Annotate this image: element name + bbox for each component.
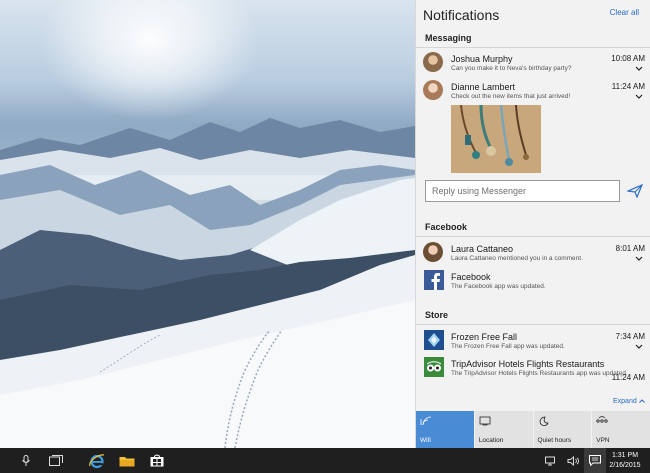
notification-text: Laura Cattaneo mentioned you in a commen… [451, 255, 583, 262]
chevron-down-icon[interactable] [635, 344, 643, 350]
group-header-messaging[interactable]: Messaging [425, 33, 472, 43]
divider [416, 47, 650, 48]
notification-text: The Frozen Free Fall app was updated. [451, 343, 565, 350]
microphone-icon [22, 454, 30, 466]
clock-date: 2/16/2015 [609, 462, 641, 469]
moon-icon [539, 416, 549, 426]
chevron-up-icon[interactable] [635, 94, 643, 100]
quick-action-label: Wifi [420, 437, 431, 444]
quick-action-location[interactable]: Location [474, 411, 534, 448]
chevron-up-icon [638, 399, 645, 403]
quick-action-quiet-hours[interactable]: Quiet hours [533, 411, 593, 448]
notification-sender: Facebook [451, 272, 491, 282]
quick-action-label: Quiet hours [537, 437, 572, 444]
quick-action-label: Location [478, 437, 504, 444]
notification-item[interactable]: Joshua Murphy Can you make it to Neva's … [423, 52, 645, 78]
notification-sender: Dianne Lambert [451, 82, 516, 92]
avatar [423, 52, 443, 72]
expand-label: Expand [613, 398, 637, 405]
quick-action-wifi[interactable]: Wifi [416, 411, 475, 448]
panel-title: Notifications [423, 7, 500, 23]
notification-time: 10:08 AM [611, 54, 645, 63]
cortana-button[interactable] [12, 448, 40, 473]
group-header-store[interactable]: Store [425, 310, 448, 320]
notification-icon [589, 455, 601, 466]
volume-tray-button[interactable] [562, 448, 584, 473]
mountain-scene [0, 118, 415, 448]
notification-time: 11:24 AM [611, 82, 645, 91]
reply-input[interactable] [426, 181, 619, 201]
reply-box [425, 180, 620, 202]
attached-image[interactable] [451, 105, 541, 173]
clear-all-link[interactable]: Clear all [610, 8, 639, 17]
store-bag-icon [150, 454, 164, 467]
avatar [423, 80, 443, 100]
notification-text: Check out the new items that just arrive… [451, 93, 571, 100]
notification-item[interactable]: Laura Cattaneo Laura Cattaneo mentioned … [423, 242, 645, 268]
notification-text: Can you make it to Neva's birthday party… [451, 65, 572, 72]
notification-time: 7:34 AM [615, 332, 645, 341]
wifi-icon [420, 416, 432, 426]
taskbar: 1:31 PM 2/16/2015 [0, 448, 650, 473]
speaker-icon [567, 455, 579, 466]
notification-item[interactable]: Dianne Lambert Check out the new items t… [423, 80, 645, 106]
task-view-icon [49, 455, 63, 466]
send-icon[interactable] [627, 184, 643, 198]
quick-action-vpn[interactable]: VPN [592, 411, 650, 448]
network-tray-button[interactable] [540, 448, 562, 473]
tripadvisor-icon [424, 357, 444, 377]
store-button[interactable] [143, 448, 171, 473]
notification-item[interactable]: TripAdvisor Hotels Flights Restaurants T… [423, 357, 645, 383]
chevron-down-icon[interactable] [635, 256, 643, 262]
chevron-down-icon[interactable] [635, 66, 643, 72]
network-icon [545, 456, 555, 465]
group-header-facebook[interactable]: Facebook [425, 222, 467, 232]
location-icon [479, 416, 491, 426]
notification-time: 11:24 AM [611, 373, 645, 382]
facebook-icon [424, 270, 444, 290]
expand-link[interactable]: Expand [613, 398, 645, 405]
action-center-button[interactable] [584, 448, 606, 473]
avatar [423, 242, 443, 262]
clock-time: 1:31 PM [611, 452, 639, 459]
desktop-wallpaper [0, 0, 415, 448]
notification-time: 8:01 AM [615, 244, 645, 253]
quick-actions: Wifi Location Quiet hours VPN [416, 411, 650, 448]
internet-explorer-icon [89, 453, 105, 468]
notification-text: The Facebook app was updated. [451, 283, 546, 290]
divider [416, 236, 650, 237]
notification-sender: Joshua Murphy [451, 54, 513, 64]
notification-text: The TripAdvisor Hotels Flights Restauran… [451, 370, 628, 377]
vpn-icon [596, 416, 608, 423]
notification-item[interactable]: Facebook The Facebook app was updated. [423, 270, 645, 296]
notification-item[interactable]: Frozen Free Fall The Frozen Free Fall ap… [423, 330, 645, 356]
notification-sender: TripAdvisor Hotels Flights Restaurants [451, 359, 605, 369]
necklace-image-icon [451, 105, 541, 173]
quick-action-label: VPN [596, 437, 610, 444]
notification-sender: Frozen Free Fall [451, 332, 518, 342]
folder-icon [119, 456, 135, 466]
action-center-panel: Notifications Clear all Messaging Joshua… [415, 0, 650, 448]
file-explorer-button[interactable] [113, 448, 141, 473]
notification-sender: Laura Cattaneo [451, 244, 514, 254]
internet-explorer-button[interactable] [83, 448, 111, 473]
frozen-free-fall-icon [424, 330, 444, 350]
task-view-button[interactable] [42, 448, 70, 473]
clock[interactable]: 1:31 PM 2/16/2015 [605, 451, 645, 471]
divider [416, 324, 650, 325]
